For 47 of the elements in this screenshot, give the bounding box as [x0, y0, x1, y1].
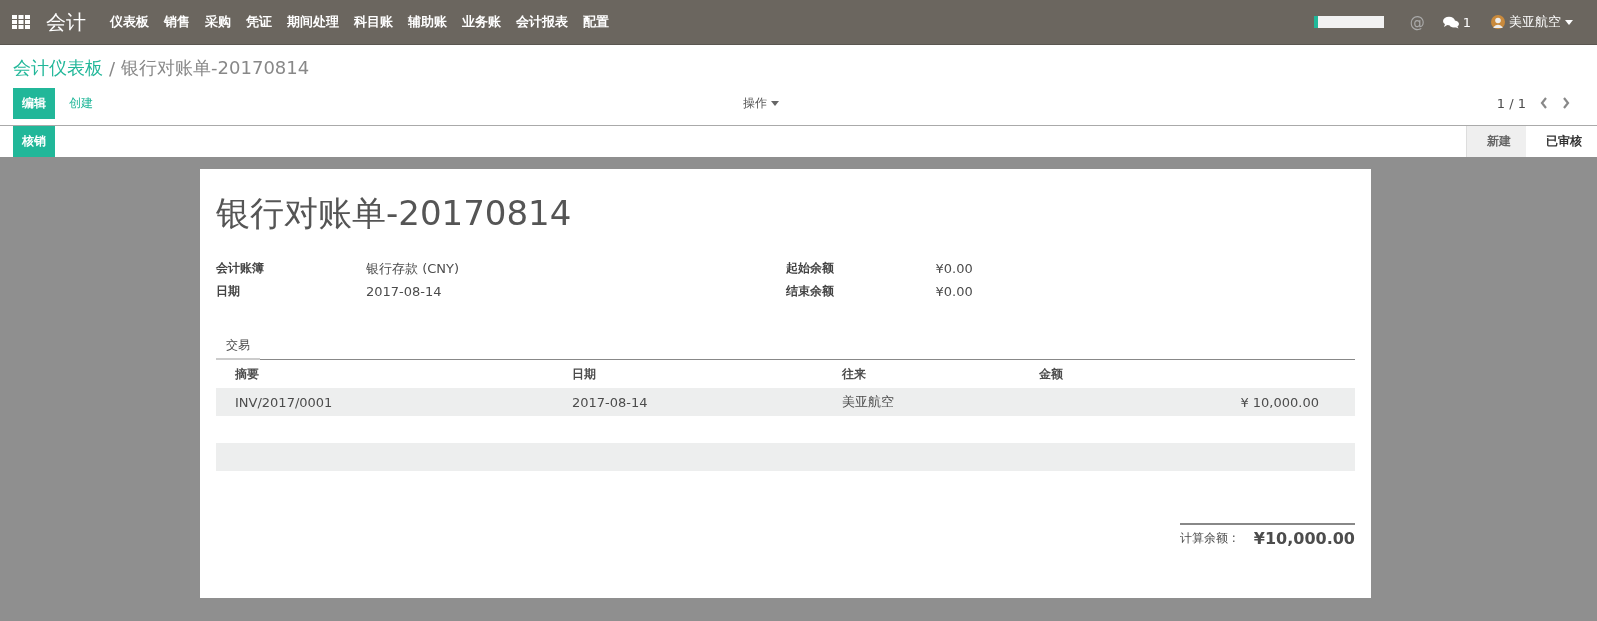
table-cell-text: INV/2017/0001: [235, 394, 334, 410]
caret-icon: [1565, 19, 1573, 25]
breadcrumb-current: 银行对账单-20170814: [121, 56, 310, 80]
progress-bar-drawing: [1313, 16, 1384, 28]
action-dropdown[interactable]: 操作: [743, 94, 779, 112]
apps-grid-icon[interactable]: [12, 15, 30, 29]
nav-menu-item[interactable]: 业务账: [462, 13, 501, 31]
nav-menu-item[interactable]: 采购: [205, 13, 231, 31]
column-header: 摘要: [235, 365, 260, 383]
field-value: ¥0.00: [935, 261, 973, 276]
nav-menu-item[interactable]: 会计报表: [516, 13, 568, 31]
tab[interactable]: 交易: [216, 333, 260, 360]
field-label: 结束余额: [785, 283, 835, 300]
column-header: 日期: [572, 365, 597, 383]
nav-menu-item[interactable]: 凭证: [246, 13, 272, 31]
nav-menu-item[interactable]: 配置: [583, 13, 609, 31]
nav-menu-item[interactable]: 期间处理: [287, 13, 339, 31]
column-header: 金额: [1039, 365, 1064, 383]
messages-button[interactable]: 1: [1442, 14, 1471, 30]
user-menu[interactable]: 美亚航空: [1491, 13, 1573, 31]
nav-menu-item[interactable]: 辅助账: [408, 13, 447, 31]
field-label: 日期: [216, 283, 241, 300]
avatar-icon: [1491, 15, 1505, 29]
pager-counter: 1 / 1: [1496, 95, 1526, 111]
field-value: 2017-08-14: [366, 284, 442, 299]
nav-menu-item[interactable]: 仪表板: [110, 13, 149, 31]
table-cell-text: ¥ 10,000.00: [1239, 394, 1320, 410]
status-stage[interactable]: 新建: [1466, 126, 1526, 157]
nav-menu-item[interactable]: 科目账: [354, 13, 393, 31]
chat-bubbles-icon: [1442, 15, 1459, 29]
total-value: ¥10,000.00: [1253, 529, 1355, 548]
app-title: 会计: [46, 8, 86, 36]
next-icon[interactable]: [1562, 97, 1570, 109]
field-label: 起始余额: [785, 260, 835, 277]
field-label: 会计账簿: [216, 260, 265, 277]
record-title: 银行对账单-20170814: [216, 192, 573, 235]
table-row[interactable]: INV/2017/0001 2017-08-14 美亚航空 ¥ 10,000.00: [216, 388, 1355, 416]
caret-icon: [771, 100, 779, 106]
field-value: ¥0.00: [935, 284, 973, 299]
previous-icon[interactable]: [1540, 97, 1548, 109]
column-header: 往来: [842, 365, 867, 383]
breadcrumb-separator: /: [109, 57, 116, 79]
total-label: 计算余额 :: [1180, 530, 1236, 547]
nav-menu-item[interactable]: 销售: [164, 13, 190, 31]
table-cell-text: 美亚航空: [842, 393, 895, 411]
table-cell-text: 2017-08-14: [572, 394, 649, 410]
field-value: 银行存款 (CNY): [366, 259, 460, 278]
